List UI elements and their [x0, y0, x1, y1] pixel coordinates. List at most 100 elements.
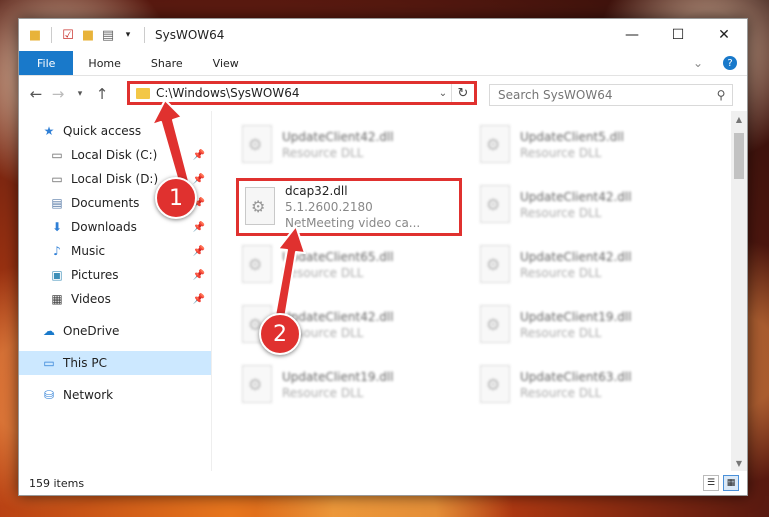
back-icon[interactable]: ←: [25, 85, 47, 103]
sidebar-item-pictures[interactable]: ▣ Pictures 📌: [19, 263, 211, 287]
file-tile[interactable]: ⚙ UpdateClient63.dll Resource DLL: [476, 359, 701, 411]
scrollbar-thumb[interactable]: [734, 133, 744, 179]
file-description: Resource DLL: [282, 146, 364, 160]
refresh-icon[interactable]: ↻: [451, 84, 474, 102]
item-count: 159 items: [29, 476, 85, 490]
sidebar-item-label: Local Disk (C:): [71, 148, 158, 162]
sidebar-item-downloads[interactable]: ⬇ Downloads 📌: [19, 215, 211, 239]
file-tile[interactable]: ⚙ UpdateClient19.dll Resource DLL: [238, 359, 463, 411]
file-list: ⚙ UpdateClient42.dll Resource DLL ⚙ Updat…: [212, 111, 747, 471]
sidebar-item-label: Quick access: [63, 124, 142, 138]
pin-icon[interactable]: 📌: [193, 294, 205, 305]
dll-file-icon: ⚙: [238, 245, 274, 285]
file-tile[interactable]: ⚙ UpdateClient65.dll Resource DLL: [238, 239, 463, 291]
sidebar-item-local-disk-c[interactable]: ▭ Local Disk (C:) 📌: [19, 143, 211, 167]
pin-icon[interactable]: 📌: [193, 150, 205, 161]
file-tile[interactable]: ⚙ UpdateClient42.dll Resource DLL: [238, 119, 463, 171]
file-description: Resource DLL: [520, 326, 602, 340]
title-bar: ■ ☑ ■ ▤ ▾ SysWOW64 — ☐ ✕: [19, 19, 747, 51]
sidebar-item-videos[interactable]: ▦ Videos 📌: [19, 287, 211, 311]
sidebar-item-label: Downloads: [71, 220, 137, 234]
forward-icon[interactable]: →: [47, 85, 69, 103]
maximize-button[interactable]: ☐: [655, 19, 701, 51]
file-name: UpdateClient19.dll: [520, 310, 632, 324]
explorer-window: ■ ☑ ■ ▤ ▾ SysWOW64 — ☐ ✕ File Home Share…: [18, 18, 748, 496]
sidebar-item-label: Pictures: [71, 268, 119, 282]
step-badge-2: 2: [259, 313, 301, 355]
status-bar: 159 items ☰ ▦: [19, 471, 747, 495]
file-name: UpdateClient42.dll: [520, 190, 632, 204]
close-button[interactable]: ✕: [701, 19, 747, 51]
sidebar-item-music[interactable]: ♪ Music 📌: [19, 239, 211, 263]
sidebar-item-network[interactable]: ⛁ Network: [19, 383, 211, 407]
sidebar-item-quick-access[interactable]: ★ Quick access: [19, 119, 211, 143]
tab-share[interactable]: Share: [136, 51, 198, 75]
pictures-icon: ▣: [51, 268, 63, 282]
tiles-view-icon[interactable]: ▦: [723, 475, 739, 491]
details-view-icon[interactable]: ☰: [703, 475, 719, 491]
file-description: Resource DLL: [282, 266, 364, 280]
chevron-down-icon[interactable]: ▾: [120, 27, 136, 43]
dll-file-icon: ⚙: [241, 187, 277, 227]
up-icon[interactable]: ↑: [91, 85, 113, 103]
step-badge-1: 1: [155, 177, 197, 219]
file-tile[interactable]: ⚙ UpdateClient19.dll Resource DLL: [476, 299, 701, 351]
tab-file[interactable]: File: [19, 51, 74, 75]
sidebar-item-onedrive[interactable]: ☁ OneDrive: [19, 319, 211, 343]
divider: [144, 27, 145, 43]
divider: [51, 27, 52, 43]
file-tile[interactable]: ⚙ UpdateClient42.dll Resource DLL: [476, 239, 701, 291]
help-icon[interactable]: ?: [723, 56, 737, 70]
sidebar-item-label: OneDrive: [63, 324, 120, 338]
drive-icon: ▭: [51, 172, 63, 186]
chevron-down-icon[interactable]: ⌄: [435, 88, 451, 99]
dll-file-icon: ⚙: [476, 305, 512, 345]
properties-icon[interactable]: ☑: [60, 27, 76, 43]
file-name: UpdateClient5.dll: [520, 130, 624, 144]
file-name: UpdateClient65.dll: [282, 250, 394, 264]
documents-icon: ▤: [51, 196, 63, 210]
dll-file-icon: ⚙: [238, 365, 274, 405]
sidebar-item-label: This PC: [63, 356, 107, 370]
drive-icon: ▭: [51, 148, 63, 162]
search-box[interactable]: ⚲: [489, 84, 733, 106]
address-bar[interactable]: C:\Windows\SysWOW64 ⌄ ↻: [127, 81, 477, 105]
file-description: NetMeeting video ca...: [285, 216, 421, 230]
cloud-icon: ☁: [43, 324, 55, 338]
sidebar-item-this-pc[interactable]: ▭ This PC: [19, 351, 211, 375]
file-name: UpdateClient63.dll: [520, 370, 632, 384]
file-tile-dcap32[interactable]: ⚙ dcap32.dll 5.1.2600.2180 NetMeeting vide…: [236, 178, 462, 236]
pin-icon[interactable]: 📌: [193, 270, 205, 281]
file-tile[interactable]: ⚙ UpdateClient5.dll Resource DLL: [476, 119, 701, 171]
music-icon: ♪: [53, 244, 61, 258]
network-icon: ⛁: [43, 388, 55, 402]
pin-icon[interactable]: 📌: [193, 222, 205, 233]
downloads-icon: ⬇: [51, 220, 63, 234]
customize-icon[interactable]: ▤: [100, 27, 116, 43]
tab-home[interactable]: Home: [73, 51, 135, 75]
file-name: UpdateClient19.dll: [282, 370, 394, 384]
file-tile[interactable]: ⚙ UpdateClient42.dll Resource DLL: [476, 179, 701, 231]
expand-ribbon-icon[interactable]: ⌄: [683, 51, 713, 75]
scroll-down-icon[interactable]: ▼: [731, 455, 747, 471]
search-input[interactable]: [490, 87, 710, 103]
videos-icon: ▦: [51, 292, 63, 306]
search-icon[interactable]: ⚲: [710, 88, 732, 102]
folder-icon: [136, 87, 150, 99]
file-name: UpdateClient42.dll: [520, 250, 632, 264]
dll-file-icon: ⚙: [476, 185, 512, 225]
file-description: Resource DLL: [520, 386, 602, 400]
dll-file-icon: ⚙: [476, 125, 512, 165]
dll-file-icon: ⚙: [476, 365, 512, 405]
sidebar-item-label: Videos: [71, 292, 111, 306]
dll-file-icon: ⚙: [238, 125, 274, 165]
recent-locations-icon[interactable]: ▾: [69, 89, 91, 99]
vertical-scrollbar[interactable]: ▲ ▼: [731, 111, 747, 471]
file-name: dcap32.dll: [285, 184, 348, 198]
tab-view[interactable]: View: [198, 51, 254, 75]
scroll-up-icon[interactable]: ▲: [731, 111, 747, 127]
minimize-button[interactable]: —: [609, 19, 655, 51]
new-folder-icon[interactable]: ■: [80, 27, 96, 43]
pin-icon[interactable]: 📌: [193, 174, 205, 185]
pin-icon[interactable]: 📌: [193, 246, 205, 257]
